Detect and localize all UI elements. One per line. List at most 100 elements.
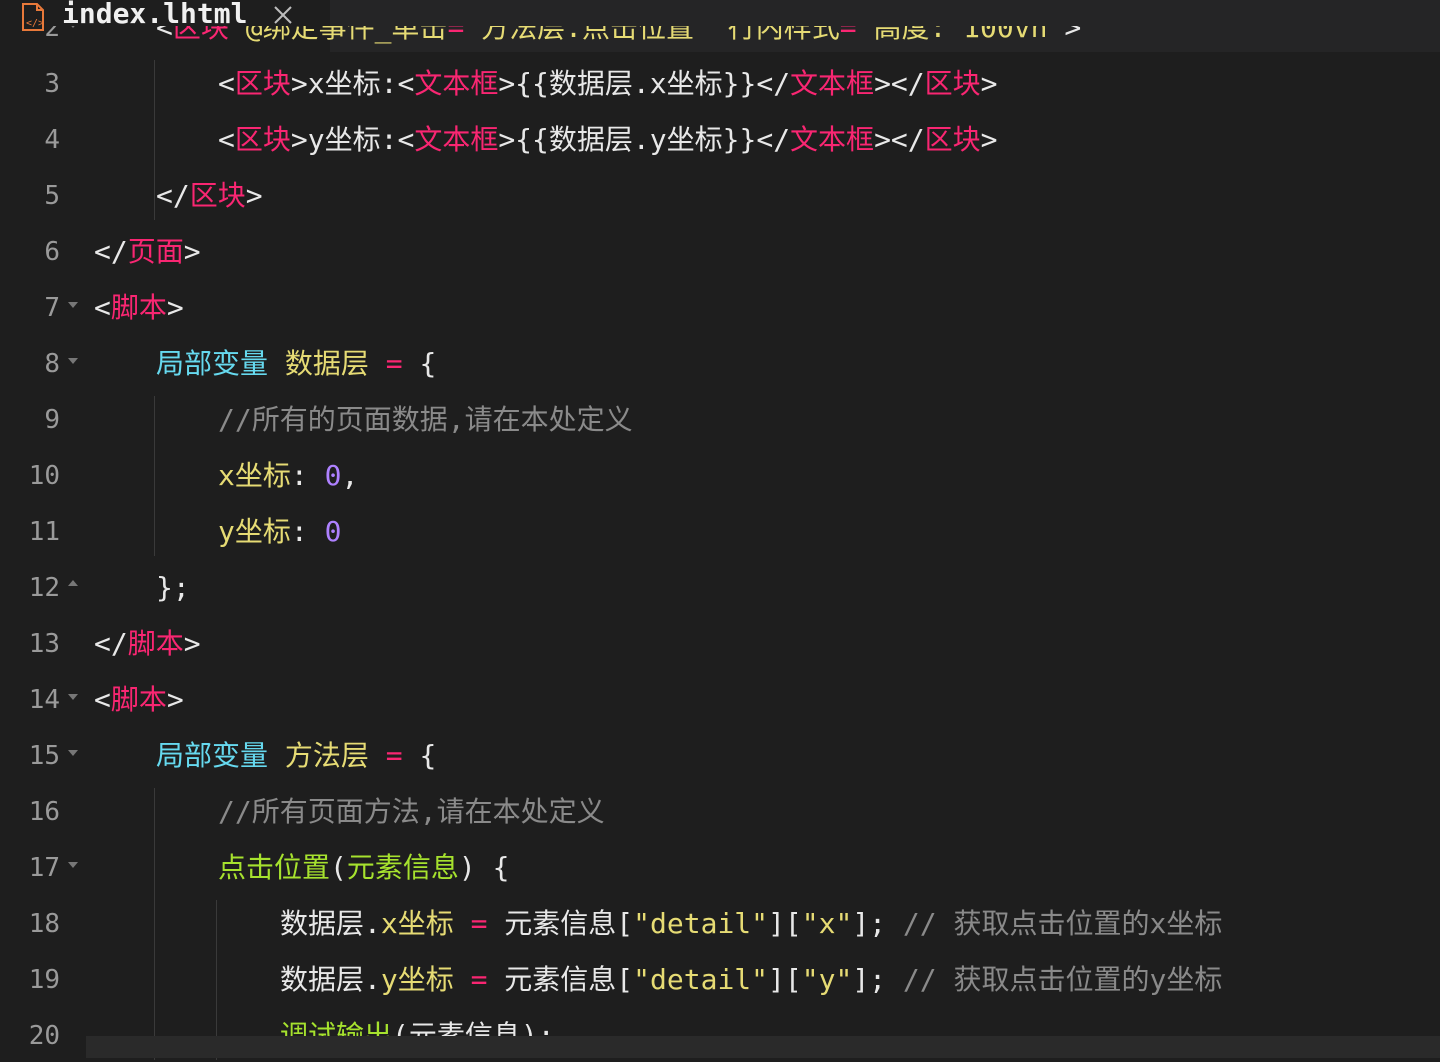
code-line[interactable]: <脚本>	[94, 280, 184, 336]
line-number: 14	[28, 685, 60, 715]
code-token: ,	[341, 459, 359, 492]
code-token: >	[183, 627, 201, 660]
code-token: <	[218, 123, 235, 156]
code-token: x坐标	[380, 907, 471, 940]
indent-guide	[154, 60, 155, 220]
line-number: 12	[28, 573, 60, 603]
code-token: >y坐标:<	[290, 123, 415, 156]
code-token: 文本框	[790, 67, 875, 100]
code-token: 数据层.	[280, 963, 381, 996]
code-token: ][	[768, 963, 802, 996]
fold-chevron-up-icon[interactable]	[68, 580, 78, 586]
line-gutter: 14	[0, 672, 90, 728]
line-number: 9	[44, 405, 60, 435]
code-token: {	[419, 739, 437, 772]
line-gutter: 16	[0, 784, 90, 840]
line-number: 19	[28, 965, 60, 995]
code-line[interactable]: </页面>	[94, 224, 201, 280]
code-token: =	[385, 347, 420, 380]
code-token: >	[166, 291, 184, 324]
code-line[interactable]: 数据层.x坐标 = 元素信息["detail"]["x"]; // 获取点击位置…	[280, 896, 1222, 952]
fold-chevron-down-icon[interactable]	[68, 302, 78, 308]
code-token: 区块	[924, 123, 981, 156]
close-icon[interactable]	[272, 4, 294, 26]
line-number: 5	[44, 181, 60, 211]
code-token: >	[245, 179, 263, 212]
code-token: ];	[852, 907, 903, 940]
code-token: :	[290, 515, 325, 548]
fold-chevron-down-icon[interactable]	[68, 358, 78, 364]
code-token: <	[156, 26, 173, 44]
code-token: >	[980, 123, 998, 156]
code-token: 区块	[234, 123, 291, 156]
code-line[interactable]: <区块>y坐标:<文本框>{{数据层.y坐标}}</文本框></区块>	[218, 112, 998, 168]
line-gutter: 12	[0, 560, 90, 616]
code-token: >	[166, 683, 184, 716]
code-line[interactable]: <区块>x坐标:<文本框>{{数据层.x坐标}}</文本框></区块>	[218, 56, 998, 112]
code-token: 区块	[189, 179, 246, 212]
code-token: =	[447, 26, 465, 44]
fold-chevron-down-icon[interactable]	[68, 26, 78, 28]
code-token: "detail"	[633, 907, 769, 940]
code-token: // 获取点击位置的x坐标	[902, 907, 1223, 940]
code-token: 元素信息[	[504, 963, 634, 996]
line-number: 8	[44, 349, 60, 379]
line-number: 18	[28, 909, 60, 939]
line-gutter: 10	[0, 448, 90, 504]
code-token: =	[470, 963, 505, 996]
code-line[interactable]: 点击位置(元素信息) {	[218, 840, 509, 896]
fold-chevron-down-icon[interactable]	[68, 750, 78, 756]
code-token: >x坐标:<	[290, 67, 415, 100]
code-token: =	[385, 739, 420, 772]
code-line[interactable]: };	[156, 560, 190, 616]
code-token: <	[94, 291, 111, 324]
code-line[interactable]: <脚本>	[94, 672, 184, 728]
code-token: >	[183, 235, 201, 268]
fold-chevron-down-icon[interactable]	[68, 862, 78, 868]
line-number: 10	[28, 461, 60, 491]
line-number: 20	[28, 1021, 60, 1051]
code-token: ) {	[458, 851, 510, 884]
code-token: 行内样式	[727, 26, 840, 44]
code-line[interactable]: 局部变量 数据层 = {	[156, 336, 436, 392]
code-token: >	[980, 67, 998, 100]
line-number: 7	[44, 293, 60, 323]
code-token: <	[94, 683, 111, 716]
code-line[interactable]: <区块 @绑定事件_单击="方法层.点击位置" 行内样式="高度: 100vh"…	[156, 26, 1081, 56]
line-gutter: 9	[0, 392, 90, 448]
code-token: 方法层	[284, 739, 386, 772]
code-area[interactable]: 2 <区块 @绑定事件_单击="方法层.点击位置" 行内样式="高度: 100vh…	[0, 26, 1440, 1062]
code-token: 文本框	[414, 67, 499, 100]
code-token: 局部变量	[156, 739, 285, 772]
code-token: ></	[874, 67, 925, 100]
line-gutter: 3	[0, 56, 90, 112]
code-token: ];	[852, 963, 903, 996]
code-line[interactable]: </脚本>	[94, 616, 201, 672]
code-token: "x"	[801, 907, 853, 940]
code-line[interactable]: y坐标: 0	[218, 504, 341, 560]
code-token: 数据层	[284, 347, 386, 380]
line-number: 4	[44, 125, 60, 155]
code-token: 元素信息[	[504, 907, 634, 940]
line-number: 6	[44, 237, 60, 267]
code-token: =	[839, 26, 857, 44]
line-gutter: 19	[0, 952, 90, 1008]
code-token: @绑定事件_单击	[245, 26, 448, 44]
code-token: 局部变量	[156, 347, 285, 380]
horizontal-scrollbar[interactable]	[86, 1036, 1440, 1058]
code-line[interactable]: x坐标: 0,	[218, 448, 358, 504]
code-line[interactable]: 局部变量 方法层 = {	[156, 728, 436, 784]
fold-chevron-down-icon[interactable]	[68, 694, 78, 700]
line-gutter: 17	[0, 840, 90, 896]
code-line[interactable]: </区块>	[156, 168, 263, 224]
code-token: 区块	[172, 26, 246, 44]
code-line[interactable]: //所有的页面数据,请在本处定义	[218, 392, 633, 448]
code-line[interactable]: 数据层.y坐标 = 元素信息["detail"]["y"]; // 获取点击位置…	[280, 952, 1222, 1008]
code-token: ][	[768, 907, 802, 940]
code-line[interactable]: //所有页面方法,请在本处定义	[218, 784, 605, 840]
line-number: 2	[44, 26, 60, 43]
code-token: y坐标	[218, 515, 291, 548]
code-token: {	[419, 347, 437, 380]
code-token: 数据层.	[280, 907, 381, 940]
code-token: <	[218, 67, 235, 100]
